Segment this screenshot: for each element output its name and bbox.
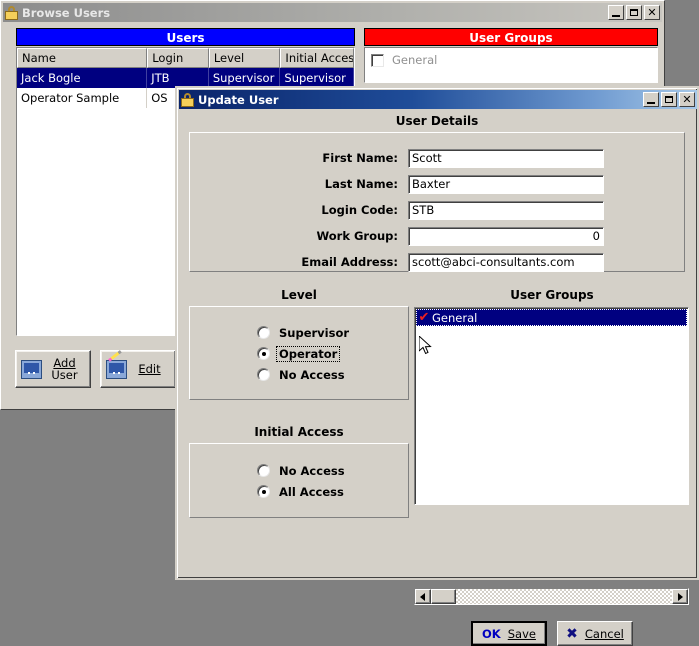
users-panel-header: Users (16, 28, 355, 46)
initial-access-radio-group: No Access All Access (189, 443, 409, 518)
edit-pencil-icon (106, 349, 127, 379)
check-mark-icon[interactable]: ✔ (416, 310, 432, 325)
radio-label-supervisor: Supervisor (279, 325, 350, 340)
save-button[interactable]: OK Save (471, 621, 547, 646)
ok-icon: OK (482, 626, 501, 641)
table-row[interactable]: Jack Bogle JTB Supervisor Supervisor (17, 68, 354, 88)
column-header-name[interactable]: Name (17, 48, 148, 68)
dialog-user-groups-title: User Groups (510, 288, 594, 302)
maximize-button[interactable] (626, 5, 642, 20)
dialog-user-groups-list[interactable]: ✔ General (414, 307, 689, 505)
radio-label-initial-no-access: No Access (279, 463, 345, 478)
close-button[interactable]: ✕ (679, 92, 695, 107)
list-item[interactable]: ✔ General (416, 309, 687, 326)
field-row-last-name: Last Name: Baxter (190, 173, 684, 195)
email-address-field[interactable]: scott@abci-consultants.com (408, 252, 604, 272)
add-user-button-label: Add User (42, 357, 90, 381)
add-user-icon (21, 359, 42, 379)
minimize-button[interactable] (608, 5, 624, 20)
radio-option-initial-all-access[interactable]: All Access (257, 483, 346, 500)
close-icon: ✕ (682, 93, 692, 106)
level-section-title: Level (281, 288, 317, 302)
radio-label-operator: Operator (275, 345, 341, 362)
radio-icon[interactable] (257, 326, 270, 339)
radio-icon[interactable] (257, 485, 270, 498)
close-button[interactable]: ✕ (644, 5, 660, 20)
scrollbar-thumb[interactable] (431, 589, 456, 604)
cancel-button-label: Cancel (584, 626, 624, 641)
user-groups-checklist[interactable]: General (364, 47, 658, 83)
login-code-field[interactable]: STB (408, 200, 604, 220)
column-header-level[interactable]: Level (208, 48, 281, 68)
edit-button-label: Edit (138, 362, 161, 376)
checkbox-icon[interactable] (371, 53, 384, 67)
scrollbar-track[interactable] (456, 589, 672, 604)
field-row-email-address: Email Address: scott@abci-consultants.co… (190, 251, 684, 273)
last-name-label: Last Name: (324, 177, 398, 191)
lock-icon (181, 92, 194, 107)
browse-users-title: Browse Users (22, 5, 111, 20)
column-header-initial-access[interactable]: Initial Access (280, 48, 354, 68)
cell-level: Supervisor (209, 68, 281, 88)
browse-window-controls: ✕ (608, 5, 660, 20)
work-group-field[interactable]: 0 (408, 226, 604, 246)
login-code-label: Login Code: (321, 203, 398, 217)
user-group-label: General (432, 310, 478, 325)
edit-button[interactable]: Edit (100, 349, 176, 388)
radio-icon[interactable] (257, 464, 270, 477)
user-groups-panel-header: User Groups (364, 28, 658, 46)
radio-option-operator[interactable]: Operator (257, 345, 341, 362)
initial-access-section-title: Initial Access (254, 425, 344, 439)
radio-icon[interactable] (257, 368, 270, 381)
level-radio-group: Supervisor Operator No Access (189, 306, 409, 400)
maximize-button[interactable] (661, 92, 677, 107)
radio-option-supervisor[interactable]: Supervisor (257, 324, 351, 341)
cell-name: Operator Sample (17, 88, 148, 108)
lock-icon (5, 5, 18, 20)
close-icon: ✕ (647, 6, 657, 19)
radio-option-initial-no-access[interactable]: No Access (257, 462, 347, 479)
cancel-x-icon: ✖ (566, 625, 578, 642)
update-window-controls: ✕ (643, 92, 695, 107)
cancel-button[interactable]: ✖ Cancel (557, 621, 633, 646)
radio-label-initial-all-access: All Access (279, 484, 344, 499)
work-group-label: Work Group: (316, 229, 398, 243)
cell-initial-access: Supervisor (280, 68, 354, 88)
first-name-label: First Name: (322, 151, 398, 165)
field-row-first-name: First Name: Scott (190, 147, 684, 169)
email-address-label: Email Address: (301, 255, 398, 269)
update-user-titlebar[interactable]: Update User ✕ (179, 90, 697, 109)
update-user-title: Update User (198, 92, 279, 107)
user-details-panel: First Name: Scott Last Name: Baxter Logi… (189, 132, 685, 272)
browse-users-titlebar[interactable]: Browse Users ✕ (3, 3, 662, 22)
field-row-work-group: Work Group: 0 (190, 225, 684, 247)
scroll-left-arrow-icon[interactable] (415, 589, 431, 604)
first-name-field[interactable]: Scott (408, 148, 604, 168)
update-user-dialog: Update User ✕ User Details First Name: S… (175, 86, 699, 646)
user-group-label: General (392, 53, 438, 67)
last-name-field[interactable]: Baxter (408, 174, 604, 194)
radio-icon[interactable] (257, 347, 270, 360)
radio-label-no-access: No Access (279, 367, 345, 382)
add-user-label-line2: User (51, 368, 78, 382)
user-details-section-title: User Details (395, 114, 479, 128)
radio-option-no-access[interactable]: No Access (257, 366, 347, 383)
list-item[interactable]: General (371, 52, 657, 68)
minimize-button[interactable] (643, 92, 659, 107)
field-row-login-code: Login Code: STB (190, 199, 684, 221)
cell-login: JTB (147, 68, 209, 88)
scroll-right-arrow-icon[interactable] (672, 589, 688, 604)
cell-name: Jack Bogle (17, 68, 148, 88)
save-button-label: Save (507, 626, 536, 641)
horizontal-scrollbar[interactable] (414, 588, 689, 605)
add-user-button[interactable]: Add User (15, 350, 91, 388)
users-grid-header-row: Name Login Level Initial Access (17, 48, 354, 68)
column-header-login[interactable]: Login (147, 48, 209, 68)
